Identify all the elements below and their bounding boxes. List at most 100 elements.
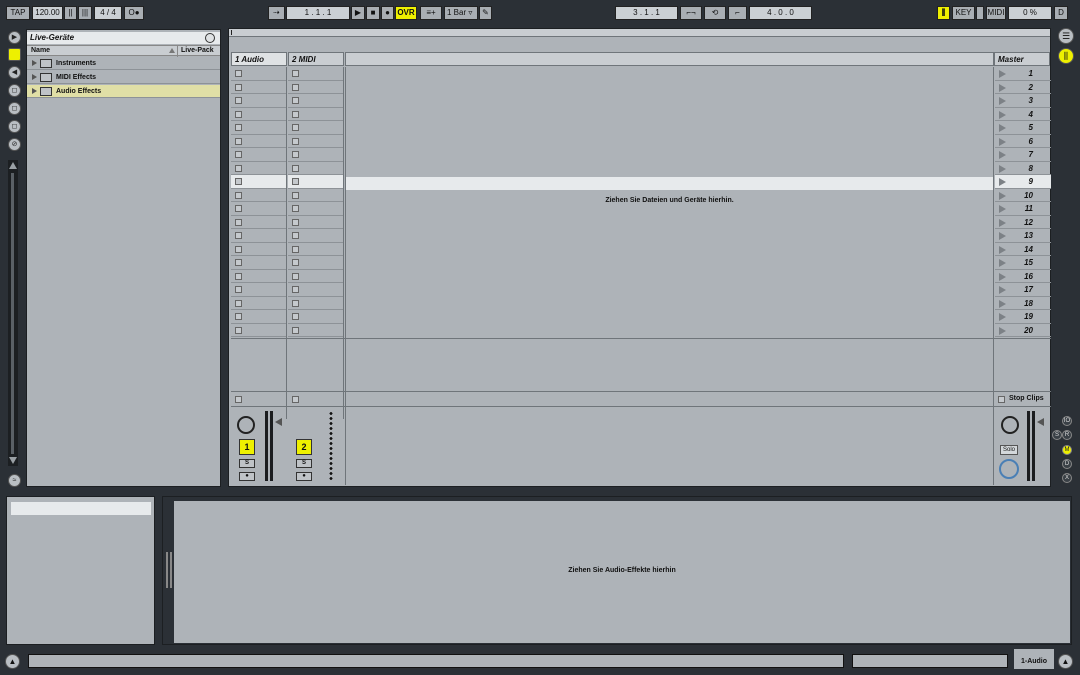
scene-launcher[interactable]: 1 <box>995 67 1051 81</box>
scene-play-icon[interactable] <box>999 326 1006 335</box>
browser-item-audio-effects[interactable]: Audio Effects <box>27 85 220 98</box>
scene-launcher[interactable]: 16 <box>995 270 1051 283</box>
clip-slot-button[interactable] <box>235 218 242 226</box>
live-devices-icon[interactable]: ▶ <box>8 31 21 44</box>
clip-slot[interactable] <box>231 216 286 229</box>
key-map-button[interactable]: KEY <box>952 6 975 20</box>
stop-button[interactable]: ■ <box>366 6 380 20</box>
clip-slot[interactable] <box>288 324 343 337</box>
browser-item-midi-effects[interactable]: MIDI Effects <box>27 71 220 84</box>
file-browser-1-icon[interactable]: ◻ <box>8 84 21 97</box>
clip-slot[interactable] <box>231 324 286 337</box>
tempo-field[interactable]: 120.00 <box>32 6 63 20</box>
scene-launcher[interactable]: 6 <box>995 135 1051 148</box>
search-icon[interactable]: ⊘ <box>8 138 21 151</box>
clip-slot-button[interactable] <box>235 299 242 307</box>
clip-slot[interactable] <box>288 81 343 94</box>
clip-slot[interactable] <box>288 216 343 229</box>
track-activator-button[interactable]: 2 <box>296 439 312 455</box>
hot-swap-icon[interactable] <box>205 33 215 43</box>
clip-slot-button[interactable] <box>235 137 242 145</box>
clip-slot-button[interactable] <box>292 232 299 239</box>
plugin-browser-icon[interactable]: ◀ <box>8 66 21 79</box>
solo-button[interactable]: S <box>296 459 312 468</box>
clip-slot[interactable] <box>231 256 286 270</box>
clip-slot[interactable] <box>231 162 286 175</box>
clip-slot-button[interactable] <box>235 286 242 293</box>
record-button[interactable]: ● <box>381 6 394 20</box>
punch-in-icon[interactable]: ⌐¬ <box>680 6 702 20</box>
arm-button[interactable]: ● <box>296 472 312 481</box>
device-chain-handle[interactable] <box>166 552 172 588</box>
expand-arrow-icon[interactable] <box>32 88 37 94</box>
clip-slot-button[interactable] <box>292 70 299 77</box>
clip-slot-button[interactable] <box>235 191 242 199</box>
scene-launcher[interactable]: 17 <box>995 283 1051 297</box>
scene-launcher[interactable]: 7 <box>995 148 1051 162</box>
clip-slot[interactable] <box>288 256 343 270</box>
clip-slot[interactable] <box>231 229 286 243</box>
clip-slot-button[interactable] <box>235 245 242 253</box>
scene-launcher[interactable]: 2 <box>995 81 1051 94</box>
scroll-down-icon[interactable] <box>9 457 17 464</box>
quantize-dropdown[interactable]: 1 Bar ▿ <box>444 6 478 20</box>
clip-slot[interactable] <box>231 148 286 162</box>
clip-slot[interactable] <box>288 202 343 216</box>
scene-launcher[interactable]: 11 <box>995 202 1051 216</box>
clip-slot[interactable] <box>288 94 343 108</box>
browser-scrollbar[interactable] <box>8 160 18 466</box>
clip-slot-button[interactable] <box>235 205 242 212</box>
metronome-follow-button[interactable]: O● <box>124 6 144 20</box>
scene-play-icon[interactable] <box>999 70 1006 78</box>
clip-slot-button[interactable] <box>292 110 299 118</box>
expand-arrow-icon[interactable] <box>32 60 37 66</box>
overdub-button[interactable]: OVR <box>395 6 417 20</box>
scene-play-icon[interactable] <box>999 272 1006 281</box>
name-column-header[interactable]: Name <box>31 46 50 56</box>
scene-play-icon[interactable] <box>999 137 1006 146</box>
scene-play-icon[interactable] <box>999 191 1006 200</box>
clip-slot[interactable] <box>288 108 343 121</box>
scene-launcher[interactable]: 18 <box>995 297 1051 310</box>
clip-slot[interactable] <box>288 121 343 135</box>
clip-slot-button[interactable] <box>235 97 242 104</box>
clip-slot[interactable] <box>231 94 286 108</box>
clip-slot[interactable] <box>288 283 343 297</box>
scene-play-icon[interactable] <box>999 259 1006 267</box>
selected-track-tab[interactable]: 1-Audio <box>1014 649 1054 669</box>
play-button[interactable]: ▶ <box>351 6 365 20</box>
clip-slot[interactable] <box>231 310 286 324</box>
stop-all-clips-icon[interactable] <box>998 396 1005 403</box>
file-browser-2-icon[interactable]: ◻ <box>8 102 21 115</box>
groove-pool-icon[interactable]: ≈ <box>8 474 21 487</box>
clip-slot[interactable] <box>288 229 343 243</box>
automation-arm-icon[interactable]: ≡+ <box>420 6 442 20</box>
scroll-up-icon[interactable] <box>9 162 17 169</box>
clip-slot[interactable] <box>288 175 343 189</box>
clip-slot[interactable] <box>288 297 343 310</box>
scene-play-icon[interactable] <box>999 151 1006 159</box>
scene-launcher[interactable]: 5 <box>995 121 1051 135</box>
clip-slot-button[interactable] <box>292 313 299 320</box>
scene-launcher[interactable]: 12 <box>995 216 1051 229</box>
clip-slot-button[interactable] <box>235 70 242 77</box>
io-toggle-icon[interactable]: IO <box>1062 416 1072 426</box>
master-volume-slider-icon[interactable] <box>1037 418 1044 426</box>
clip-slot[interactable] <box>231 67 286 81</box>
clip-slot[interactable] <box>288 162 343 175</box>
scene-launcher[interactable]: 10 <box>995 189 1051 202</box>
clip-slot[interactable] <box>231 297 286 310</box>
clip-slot-button[interactable] <box>292 299 299 307</box>
clip-slot[interactable] <box>231 243 286 256</box>
file-browser-3-icon[interactable]: ◻ <box>8 120 21 133</box>
clip-slot-button[interactable] <box>235 232 242 239</box>
clip-slot[interactable] <box>231 108 286 121</box>
midi-map-button[interactable]: MIDI <box>986 6 1006 20</box>
clip-slot-button[interactable] <box>292 137 299 145</box>
stop-clips-button[interactable]: Stop Clips <box>1009 395 1044 402</box>
arm-button[interactable]: ● <box>239 472 255 481</box>
clip-slot[interactable] <box>231 121 286 135</box>
clip-slot-button[interactable] <box>235 151 242 158</box>
expand-arrow-icon[interactable] <box>32 74 37 80</box>
returns-toggle-icon[interactable]: R <box>1062 430 1072 440</box>
